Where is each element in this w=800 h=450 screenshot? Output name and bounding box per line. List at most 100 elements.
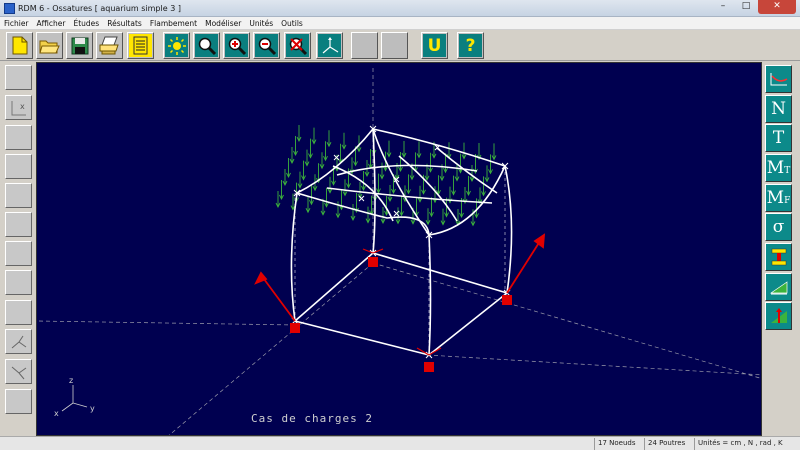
- left-tool-9[interactable]: [5, 300, 32, 325]
- axes-view-button[interactable]: [316, 32, 343, 59]
- left-tool-3[interactable]: [5, 125, 32, 150]
- torsion-moment-button[interactable]: MT: [765, 154, 792, 182]
- menu-unites[interactable]: Unités: [249, 19, 273, 28]
- disabled-button-2: [381, 32, 408, 59]
- app-icon: [4, 2, 15, 14]
- left-tool-4[interactable]: [5, 154, 32, 179]
- axis-corner-icon: x: [11, 100, 26, 115]
- main-toolbar: U ?: [0, 30, 800, 61]
- open-folder-icon: [38, 34, 61, 57]
- axis-triad: [61, 385, 88, 412]
- status-bar: 17 Noeuds 24 Poutres Unités = cm , N , r…: [0, 436, 800, 450]
- maximize-button[interactable]: □: [735, 0, 757, 14]
- zoom-cancel-icon: [286, 34, 309, 57]
- pan-view-button[interactable]: [5, 359, 32, 384]
- load-diagram-button[interactable]: [765, 273, 792, 301]
- structure-drawing: z x y: [37, 68, 761, 435]
- axis-y-label: y: [90, 404, 95, 413]
- pan-arrows-icon: [11, 366, 26, 379]
- zoom-out-button[interactable]: [253, 32, 280, 59]
- axis-x-label: x: [20, 102, 25, 111]
- shear-force-button[interactable]: T: [765, 124, 792, 152]
- node-markers: [291, 125, 511, 359]
- menu-bar: Fichier Afficher Études Résultats Flambe…: [0, 17, 800, 30]
- zoom-button[interactable]: [193, 32, 220, 59]
- help-button[interactable]: ?: [457, 32, 484, 59]
- zoom-in-icon: [225, 34, 248, 57]
- light-button[interactable]: [163, 32, 190, 59]
- reactions-button[interactable]: [765, 302, 792, 330]
- support-3: [502, 295, 512, 305]
- rotate-arrows-icon: [11, 335, 26, 348]
- support-1: [290, 323, 300, 333]
- distributed-load-arrows: [275, 125, 497, 227]
- i-beam-icon: [771, 248, 786, 266]
- print-button[interactable]: [96, 32, 123, 59]
- left-tool-7[interactable]: [5, 241, 32, 266]
- magnifier-icon: [195, 34, 218, 57]
- report-button[interactable]: [127, 32, 154, 59]
- stress-button[interactable]: σ: [765, 213, 792, 241]
- right-toolbar: N T MT MF σ: [762, 62, 800, 436]
- support-4: [368, 257, 378, 267]
- deformed-shape-button[interactable]: [765, 65, 792, 93]
- left-tool-6[interactable]: [5, 212, 32, 237]
- reaction-arrows: [254, 233, 546, 356]
- new-file-button[interactable]: [6, 32, 33, 59]
- zoom-in-button[interactable]: [223, 32, 250, 59]
- normal-force-icon: N: [771, 99, 786, 119]
- torsion-moment-icon: MT: [766, 158, 791, 178]
- axis-x-label: x: [54, 409, 59, 418]
- rotate-view-button[interactable]: [5, 329, 32, 354]
- bending-moment-icon: MF: [766, 188, 791, 208]
- left-tool-8[interactable]: [5, 270, 32, 295]
- load-case-caption: Cas de charges 2: [251, 412, 373, 425]
- menu-fichier[interactable]: Fichier: [4, 19, 29, 28]
- left-tool-1[interactable]: [5, 65, 32, 90]
- reference-axes: [37, 68, 761, 435]
- document-lines-icon: [129, 34, 152, 57]
- axes-3d-icon: [318, 34, 341, 57]
- normal-force-button[interactable]: N: [765, 95, 792, 123]
- menu-outils[interactable]: Outils: [281, 19, 303, 28]
- rdm6-window: RDM 6 - Ossatures [ aquarium simple 3 ] …: [0, 0, 800, 450]
- new-file-icon: [8, 34, 31, 57]
- menu-modeliser[interactable]: Modéliser: [205, 19, 241, 28]
- axis-z-label: z: [69, 376, 73, 385]
- beam-mesh: [290, 128, 513, 356]
- zoom-reset-button[interactable]: [284, 32, 311, 59]
- left-tool-5[interactable]: [5, 183, 32, 208]
- left-toolbar: x: [0, 62, 36, 436]
- menu-etudes[interactable]: Études: [73, 19, 99, 28]
- deformed-shape-icon: [770, 73, 787, 86]
- zoom-out-icon: [255, 34, 278, 57]
- printer-icon: [98, 34, 121, 57]
- disabled-button-1: [351, 32, 378, 59]
- status-nodes: 17 Noeuds: [594, 438, 644, 450]
- menu-resultats[interactable]: Résultats: [107, 19, 142, 28]
- window-title: RDM 6 - Ossatures [ aquarium simple 3 ]: [18, 3, 181, 13]
- save-button[interactable]: [66, 32, 93, 59]
- support-2: [424, 362, 434, 372]
- magnet-button[interactable]: U: [421, 32, 448, 59]
- menu-flambement[interactable]: Flambement: [150, 19, 197, 28]
- save-disk-icon: [68, 34, 91, 57]
- close-button[interactable]: ✕: [758, 0, 796, 14]
- reaction-arrow-icon: [770, 308, 787, 323]
- window-controls: – □ ✕: [711, 0, 796, 16]
- stress-sigma-icon: σ: [772, 217, 785, 237]
- magnet-icon: U: [423, 34, 446, 57]
- minimize-button[interactable]: –: [712, 0, 734, 14]
- axis-view-button[interactable]: x: [5, 95, 32, 120]
- left-tool-12[interactable]: [5, 389, 32, 414]
- shear-force-icon: T: [772, 128, 785, 148]
- help-icon: ?: [459, 34, 482, 57]
- menu-afficher[interactable]: Afficher: [37, 19, 66, 28]
- open-file-button[interactable]: [36, 32, 63, 59]
- status-beams: 24 Poutres: [644, 438, 694, 450]
- section-button[interactable]: [765, 243, 792, 271]
- bending-moment-button[interactable]: MF: [765, 184, 792, 212]
- title-bar: RDM 6 - Ossatures [ aquarium simple 3 ] …: [0, 0, 800, 17]
- status-units: Unités = cm , N , rad , K: [694, 438, 800, 450]
- structure-view-canvas[interactable]: z x y Cas de charges 2: [36, 62, 762, 436]
